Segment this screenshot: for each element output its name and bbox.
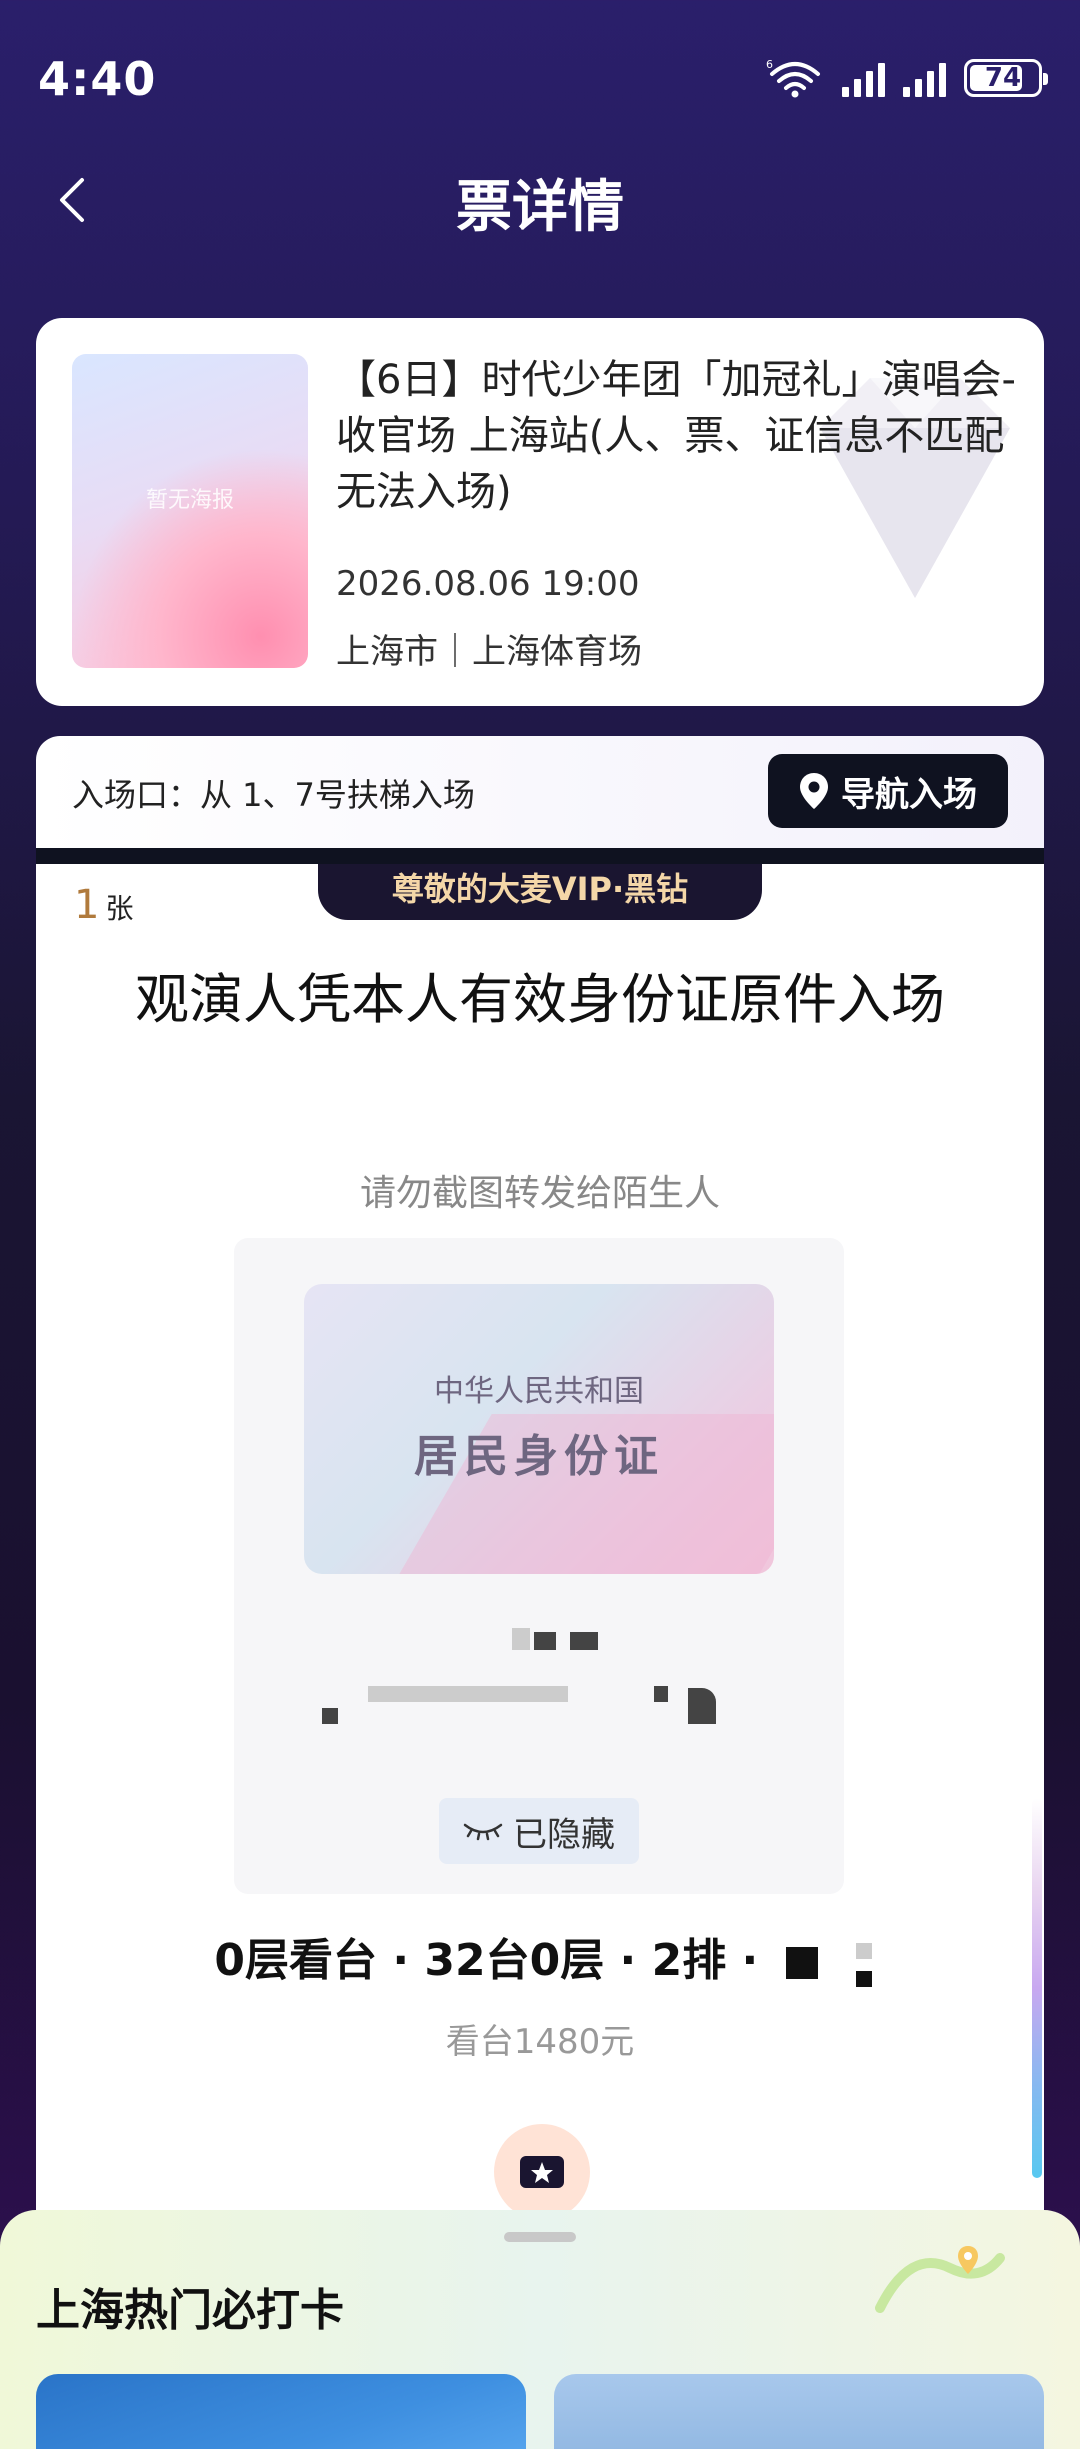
id-card-type: 居民身份证 — [414, 1431, 664, 1482]
wifi-icon: 6 — [766, 58, 820, 98]
status-bar: 4:40 6 74 — [0, 0, 1080, 160]
bottom-sheet: 上海热门必打卡 — [0, 2210, 1080, 2449]
masked-name-block — [534, 1632, 556, 1650]
masked-id-end-2 — [688, 1688, 716, 1724]
status-time: 4:40 — [38, 52, 157, 106]
navigate-entrance-button[interactable]: 导航入场 — [768, 754, 1008, 828]
map-pin-decoration-icon — [875, 2246, 1005, 2313]
masked-name-block-2 — [570, 1632, 598, 1650]
seat-text: 0层看台 · 32台0层 · 2排 · — [214, 1935, 759, 1986]
attraction-card-2[interactable] — [554, 2374, 1044, 2449]
poster-placeholder-text: 暂无海报 — [145, 488, 234, 513]
battery-icon: 74 — [964, 59, 1048, 97]
vip-badge: 尊敬的大麦VIP·黑钻 — [318, 864, 762, 920]
ticket-count: 1张 — [74, 882, 133, 928]
masked-id-number — [368, 1686, 568, 1702]
page-title: 票详情 — [456, 175, 624, 240]
hidden-label: 已隐藏 — [513, 1814, 615, 1855]
ticket-divider — [36, 848, 1044, 864]
masked-id-start — [322, 1708, 338, 1724]
hidden-toggle-button[interactable]: 已隐藏 — [439, 1798, 639, 1864]
masked-seat-number — [785, 1935, 872, 1991]
event-venue: 上海市｜上海体育场 — [336, 632, 642, 672]
signal-icon-1 — [842, 59, 885, 97]
seat-info: 0层看台 · 32台0层 · 2排 · — [36, 1924, 1044, 1991]
event-poster: 暂无海报 — [72, 354, 308, 668]
ticket-star-icon[interactable] — [494, 2124, 590, 2220]
masked-name — [512, 1628, 530, 1650]
entry-instruction: 观演人凭本人有效身份证原件入场 — [135, 968, 945, 1031]
ticket-count-number: 1 — [74, 882, 100, 928]
event-datetime: 2026.08.06 19:00 — [336, 564, 640, 604]
signal-icon-2 — [903, 59, 946, 97]
ticket-price: 看台1480元 — [445, 2022, 635, 2062]
sheet-grabber[interactable] — [504, 2232, 576, 2242]
entrance-info: 入场口：从 1、7号扶梯入场 — [72, 776, 475, 814]
id-panel: 中华人民共和国 居民身份证 已隐藏 — [234, 1238, 1042, 2178]
navigate-entrance-label: 导航入场 — [841, 774, 977, 815]
screenshot-warning: 请勿截图转发给陌生人 — [359, 1173, 720, 1214]
event-name: 【6日】时代少年团「加冠礼」演唱会-收官场 上海站(人、票、证信息不匹配无法入场… — [336, 357, 1016, 515]
id-card-country: 中华人民共和国 — [434, 1374, 644, 1409]
svg-text:6: 6 — [766, 58, 773, 71]
eye-closed-icon — [463, 1823, 503, 1841]
event-card[interactable]: 暂无海报 【6日】时代少年团「加冠礼」演唱会-收官场 上海站(人、票、证信息不匹… — [36, 318, 1044, 706]
hot-spots-title: 上海热门必打卡 — [32, 2274, 344, 2338]
nav-header: 票详情 — [0, 150, 1080, 250]
ticket-count-unit: 张 — [105, 892, 134, 925]
entrance-bar: 入场口：从 1、7号扶梯入场 导航入场 — [36, 736, 1044, 848]
id-card-image: 中华人民共和国 居民身份证 — [304, 1284, 774, 1574]
masked-id-end — [654, 1686, 668, 1702]
attraction-card-1[interactable] — [36, 2374, 526, 2449]
status-icons: 6 74 — [766, 58, 1048, 98]
location-pin-icon — [800, 773, 828, 809]
battery-level: 74 — [984, 63, 1022, 93]
